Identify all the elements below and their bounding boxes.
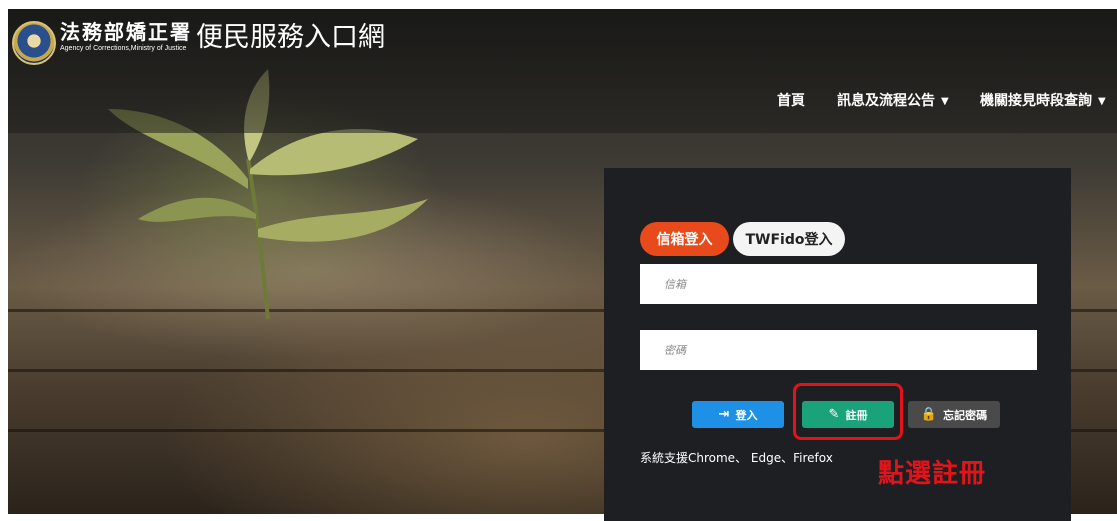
- tab-twfido-login[interactable]: TWFido登入: [733, 222, 845, 256]
- login-button[interactable]: ⇥ 登入: [692, 401, 784, 428]
- password-field[interactable]: [640, 330, 1037, 370]
- brand-subtitle: Agency of Corrections,Ministry of Justic…: [60, 45, 187, 52]
- tab-email-login[interactable]: 信箱登入: [640, 222, 729, 256]
- nav-item-home[interactable]: 首頁: [777, 90, 805, 110]
- forgot-password-button[interactable]: 🔒 忘記密碼: [908, 401, 1000, 428]
- login-button-label: 登入: [735, 408, 758, 422]
- sign-in-icon: ⇥: [718, 407, 730, 422]
- forgot-password-button-label: 忘記密碼: [943, 408, 988, 422]
- brand-name[interactable]: 法務部矯正署: [60, 16, 192, 45]
- email-field[interactable]: [640, 264, 1037, 304]
- nav-item-visit-schedule[interactable]: 機關接見時段查詢 ▼: [980, 90, 1106, 110]
- click-register-annotation: 點選註冊: [878, 459, 987, 489]
- password-lock-icon: 🔒: [920, 407, 938, 422]
- caret-down-icon: ▼: [941, 96, 949, 107]
- agency-seal-icon[interactable]: [12, 21, 56, 65]
- site-title: 便民服務入口網: [196, 22, 385, 53]
- nav-item-label: 訊息及流程公告: [837, 93, 935, 109]
- register-highlight-box: [793, 383, 903, 440]
- nav-item-label: 首頁: [777, 93, 805, 109]
- browser-support-text: 系統支援Chrome、 Edge、Firefox: [640, 451, 833, 465]
- nav-item-label: 機關接見時段查詢: [980, 93, 1092, 109]
- caret-down-icon: ▼: [1098, 96, 1106, 107]
- nav-item-announcements[interactable]: 訊息及流程公告 ▼: [837, 90, 949, 110]
